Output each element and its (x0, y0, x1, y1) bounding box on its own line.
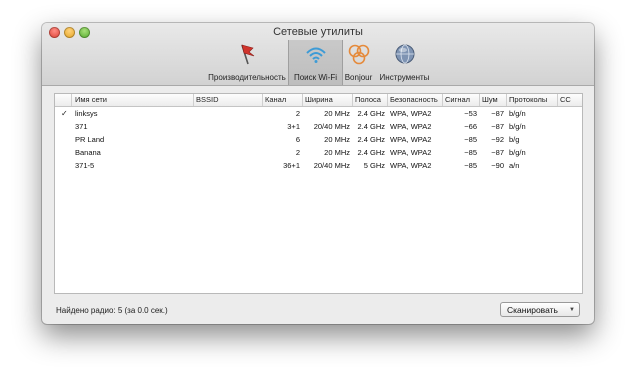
cell-protocols: a/n (509, 161, 520, 170)
column-header-security[interactable]: Безопасность (388, 94, 443, 106)
cell-noise: −87 (491, 109, 504, 118)
cell-protocols: b/g (509, 135, 520, 144)
toolbar-performance[interactable]: Производительность (206, 40, 288, 85)
cell-noise: −92 (491, 135, 504, 144)
cell-bssid (194, 133, 263, 146)
scan-button[interactable]: Сканировать ▼ (500, 302, 580, 317)
cell-protocols: b/g/n (509, 148, 526, 157)
cell-signal: −85 (464, 135, 477, 144)
cell-width: 20 MHz (324, 148, 350, 157)
cell-noise: −87 (491, 122, 504, 131)
cell-band: 2.4 GHz (357, 122, 385, 131)
cell-signal: −53 (464, 109, 477, 118)
column-header-signal[interactable]: Сигнал (443, 94, 480, 106)
chevron-down-icon: ▼ (569, 307, 575, 313)
status-text: Найдено радио: 5 (за 0.0 сек.) (56, 306, 168, 315)
networks-table[interactable]: Имя сети BSSID Канал Ширина Полоса Безоп… (54, 93, 583, 294)
cell-security: WPA, WPA2 (390, 161, 432, 170)
flag-icon (241, 44, 255, 65)
globe-icon (395, 44, 414, 64)
cell-band: 2.4 GHz (357, 109, 385, 118)
network-utility-window: Сетевые утилиты Производительность Поиск… (42, 23, 594, 324)
toolbar-bonjour[interactable]: Bonjour (341, 40, 376, 85)
column-header-bssid[interactable]: BSSID (194, 94, 263, 106)
table-row[interactable]: PR Land 6 20 MHz 2.4 GHz WPA, WPA2 −85 −… (55, 133, 582, 146)
titlebar: Сетевые утилиты Производительность Поиск… (42, 23, 594, 86)
current-network-check: ✓ (61, 109, 68, 118)
toolbar-tools-label: Инструменты (379, 73, 430, 82)
cell-protocols: b/g/n (509, 122, 526, 131)
cell-ssid: 371-5 (75, 161, 95, 170)
cell-noise: −90 (491, 161, 504, 170)
cell-ssid: PR Land (75, 135, 105, 144)
table-row[interactable]: ✓ linksys 2 20 MHz 2.4 GHz WPA, WPA2 −53… (55, 107, 582, 120)
cell-signal: −66 (464, 122, 477, 131)
cell-cc (558, 133, 582, 146)
table-row[interactable]: Banana 2 20 MHz 2.4 GHz WPA, WPA2 −85 −8… (55, 146, 582, 159)
cell-security: WPA, WPA2 (390, 135, 432, 144)
cell-security: WPA, WPA2 (390, 148, 432, 157)
toolbar-bonjour-label: Bonjour (344, 73, 373, 82)
column-header-noise[interactable]: Шум (480, 94, 507, 106)
table-row[interactable]: 371 3+1 20/40 MHz 2.4 GHz WPA, WPA2 −66 … (55, 120, 582, 133)
toolbar-wifi-scan-label: Поиск Wi-Fi (293, 73, 338, 82)
cell-channel: 6 (295, 135, 300, 144)
toolbar-tools[interactable]: Инструменты (376, 40, 433, 85)
cell-width: 20/40 MHz (313, 161, 350, 170)
cell-bssid (194, 107, 263, 120)
cell-channel: 3+1 (287, 122, 300, 131)
cell-channel: 2 (295, 148, 300, 157)
table-row[interactable]: 371-5 36+1 20/40 MHz 5 GHz WPA, WPA2 −85… (55, 159, 582, 172)
column-header-check[interactable] (55, 94, 72, 106)
cell-ssid: 371 (75, 122, 88, 131)
column-header-cc[interactable]: CC (558, 94, 582, 106)
cell-width: 20/40 MHz (313, 122, 350, 131)
cell-channel: 2 (295, 109, 300, 118)
cell-noise: −87 (491, 148, 504, 157)
cell-security: WPA, WPA2 (390, 122, 432, 131)
cell-width: 20 MHz (324, 135, 350, 144)
bonjour-icon (348, 44, 369, 65)
cell-protocols: b/g/n (509, 109, 526, 118)
cell-width: 20 MHz (324, 109, 350, 118)
window-title: Сетевые утилиты (273, 26, 363, 38)
column-header-protocols[interactable]: Протоколы (507, 94, 558, 106)
cell-signal: −85 (464, 148, 477, 157)
column-header-channel[interactable]: Канал (263, 94, 303, 106)
cell-signal: −85 (464, 161, 477, 170)
scan-button-label: Сканировать (507, 305, 558, 315)
table-header: Имя сети BSSID Канал Ширина Полоса Безоп… (55, 94, 582, 107)
toolbar-wifi-scan[interactable]: Поиск Wi-Fi (288, 40, 343, 85)
cell-band: 2.4 GHz (357, 135, 385, 144)
cell-band: 2.4 GHz (357, 148, 385, 157)
cell-band: 5 GHz (363, 161, 385, 170)
cell-bssid (194, 146, 263, 159)
cell-security: WPA, WPA2 (390, 109, 432, 118)
column-header-band[interactable]: Полоса (353, 94, 388, 106)
cell-cc (558, 159, 582, 172)
cell-ssid: Banana (75, 148, 101, 157)
cell-cc (558, 146, 582, 159)
column-header-ssid[interactable]: Имя сети (72, 94, 194, 106)
wifi-icon (305, 47, 326, 63)
column-header-width[interactable]: Ширина (303, 94, 353, 106)
cell-cc (558, 107, 582, 120)
cell-channel: 36+1 (283, 161, 300, 170)
cell-bssid (194, 120, 263, 133)
cell-cc (558, 120, 582, 133)
cell-bssid (194, 159, 263, 172)
cell-ssid: linksys (75, 109, 98, 118)
toolbar-performance-label: Производительность (208, 73, 286, 82)
